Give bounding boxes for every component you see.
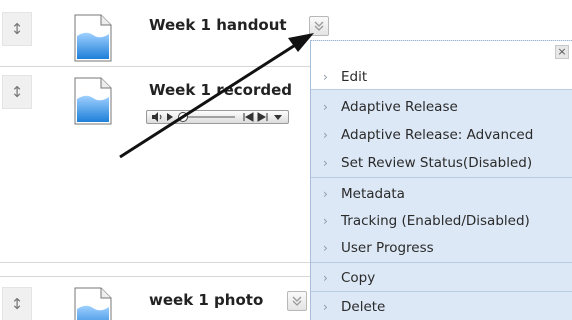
annotation-arrow-icon xyxy=(119,33,314,159)
